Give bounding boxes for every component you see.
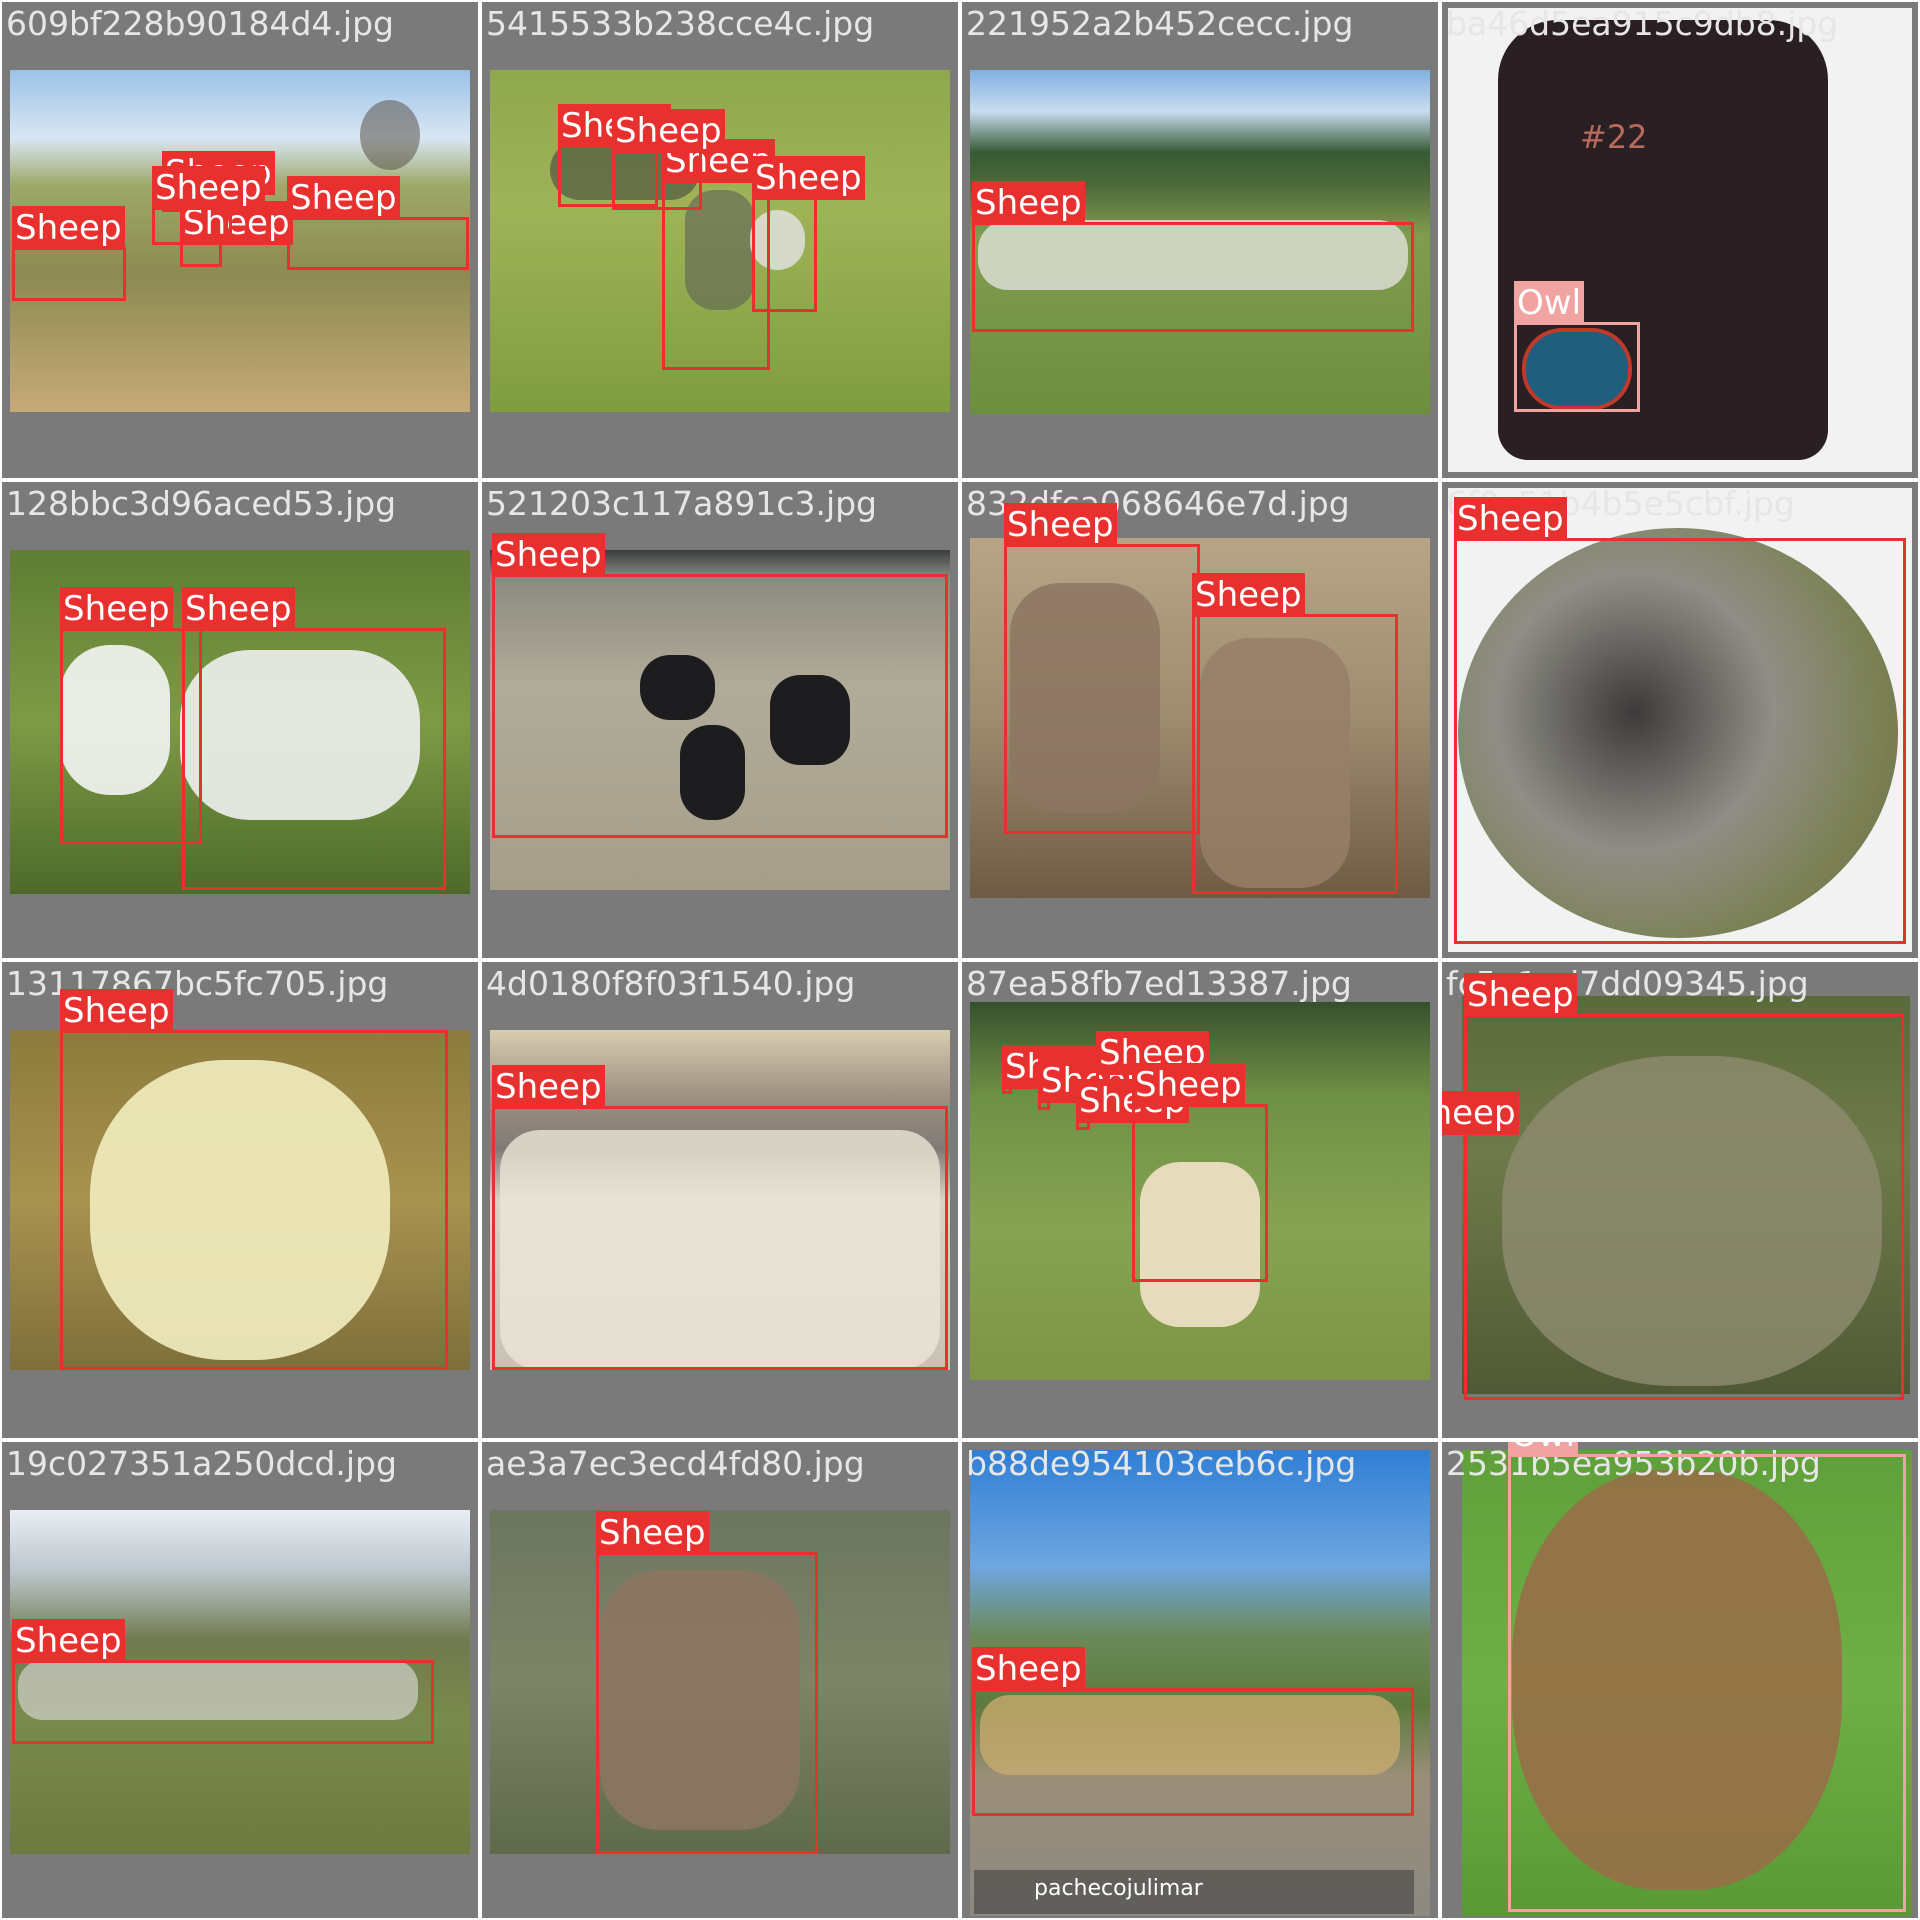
detection-box: Sheep [1132, 1063, 1268, 1282]
detection-box: Sheep [1464, 973, 1904, 1400]
detection-box: Owl [1514, 281, 1640, 412]
image-grid: 609bf228b90184d4.jpg Sheep Sheep Sheep S… [0, 0, 1920, 1920]
detection-label: Sheep [972, 181, 1085, 225]
tile-12[interactable]: fc5a1ed7dd09345.jpg Sheep Sheep [1442, 962, 1918, 1438]
detection-box: Sheep [972, 1647, 1414, 1816]
detection-box: Sheep [492, 1065, 948, 1370]
tile-11[interactable]: 87ea58fb7ed13387.jpg Sheep Sheep Sheep S… [962, 962, 1438, 1438]
detection-label: Sheep [752, 156, 865, 200]
detection-label: Owl [1508, 1442, 1579, 1457]
detection-box: Sheep [972, 181, 1414, 332]
tile-filename: 19c027351a250dcd.jpg [6, 1444, 397, 1483]
detection-box: Sheep [1454, 497, 1906, 944]
tile-filename: 5415533b238cce4c.jpg [486, 4, 875, 43]
tile-filename: ba46d5ea915c9db8.jpg [1446, 4, 1839, 43]
detection-label: Sheep [12, 1619, 125, 1663]
detection-label: Sheep [972, 1647, 1085, 1691]
detection-label: Sheep [60, 989, 173, 1033]
detection-label: Sheep [1442, 1091, 1519, 1135]
detection-label: Sheep [287, 176, 400, 220]
tile-10[interactable]: 4d0180f8f03f1540.jpg Sheep [482, 962, 958, 1438]
detection-box: Sheep [287, 176, 469, 270]
tile-filename: b88de954103ceb6c.jpg [966, 1444, 1357, 1483]
detection-label: Sheep [1454, 497, 1567, 541]
tile-filename: 4d0180f8f03f1540.jpg [486, 964, 856, 1003]
tile-4[interactable]: #22 ba46d5ea915c9db8.jpg Owl [1442, 2, 1918, 478]
detection-box: Sheep [1192, 573, 1398, 894]
tile-filename: 521203c117a891c3.jpg [486, 484, 878, 523]
detection-box: Sheep [752, 156, 865, 312]
detection-box: Sheep [180, 201, 293, 267]
detection-box: Sheep [152, 166, 265, 245]
watermark-text: pachecojulimar [1034, 1876, 1203, 1901]
tile-8[interactable]: 6f0c51b4b5e5cbf.jpg Sheep [1442, 482, 1918, 958]
detection-label: Sheep [612, 109, 725, 153]
tile-filename: ae3a7ec3ecd4fd80.jpg [486, 1444, 865, 1483]
tshirt-print: #22 [1580, 118, 1648, 156]
detection-box: Sheep [182, 587, 446, 890]
detection-box: Sheep [12, 206, 126, 301]
tile-1[interactable]: 609bf228b90184d4.jpg Sheep Sheep Sheep S… [2, 2, 478, 478]
detection-label: Sheep [1464, 973, 1577, 1017]
detection-label: Sheep [182, 587, 295, 631]
detection-box: Sheep [1038, 1059, 1151, 1110]
tile-filename: 87ea58fb7ed13387.jpg [966, 964, 1352, 1003]
detection-box: Sheep [492, 533, 948, 838]
detection-box: Owl [1508, 1442, 1906, 1912]
tree-shape [360, 100, 420, 170]
detection-box: Sheep [60, 587, 202, 844]
tile-16[interactable]: 2531b5ea953b20b.jpg Owl [1442, 1442, 1918, 1918]
detection-label: Sheep [492, 1065, 605, 1109]
detection-label: Sheep [1192, 573, 1305, 617]
detection-label: Sheep [1132, 1063, 1245, 1107]
tile-13[interactable]: 19c027351a250dcd.jpg Sheep [2, 1442, 478, 1918]
detection-label: Sheep [152, 166, 265, 210]
detection-box: Sheep [60, 989, 448, 1370]
tile-9[interactable]: 13117867bc5fc705.jpg Sheep [2, 962, 478, 1438]
detection-label: Sheep [60, 587, 173, 631]
detection-box: Sheep [596, 1511, 818, 1854]
detection-label: Sheep [1004, 503, 1117, 547]
tile-3[interactable]: 221952a2b452cecc.jpg Sheep [962, 2, 1438, 478]
detection-box: Sheep [12, 1619, 434, 1744]
detection-box: Sheep [1002, 1045, 1115, 1094]
detection-label: Sheep [12, 206, 125, 250]
tile-2[interactable]: 5415533b238cce4c.jpg Sheep Sheep Sheep S… [482, 2, 958, 478]
detection-box: Sheep [612, 109, 725, 210]
detection-label: Sheep [492, 533, 605, 577]
tile-filename: 609bf228b90184d4.jpg [6, 4, 394, 43]
detection-label: Owl [1514, 281, 1585, 325]
tile-5[interactable]: 128bbc3d96aced53.jpg Sheep Sheep [2, 482, 478, 958]
detection-label: Sheep [596, 1511, 709, 1555]
tile-6[interactable]: 521203c117a891c3.jpg Sheep [482, 482, 958, 958]
tile-filename: 221952a2b452cecc.jpg [966, 4, 1354, 43]
detection-box: Sheep [1004, 503, 1200, 834]
tile-7[interactable]: 832dfca068646e7d.jpg Sheep Sheep [962, 482, 1438, 958]
tile-14[interactable]: ae3a7ec3ecd4fd80.jpg Sheep [482, 1442, 958, 1918]
detection-box: Sheep [1076, 1079, 1189, 1130]
tile-filename: 128bbc3d96aced53.jpg [6, 484, 397, 523]
tile-15[interactable]: pachecojulimar b88de954103ceb6c.jpg Shee… [962, 1442, 1438, 1918]
